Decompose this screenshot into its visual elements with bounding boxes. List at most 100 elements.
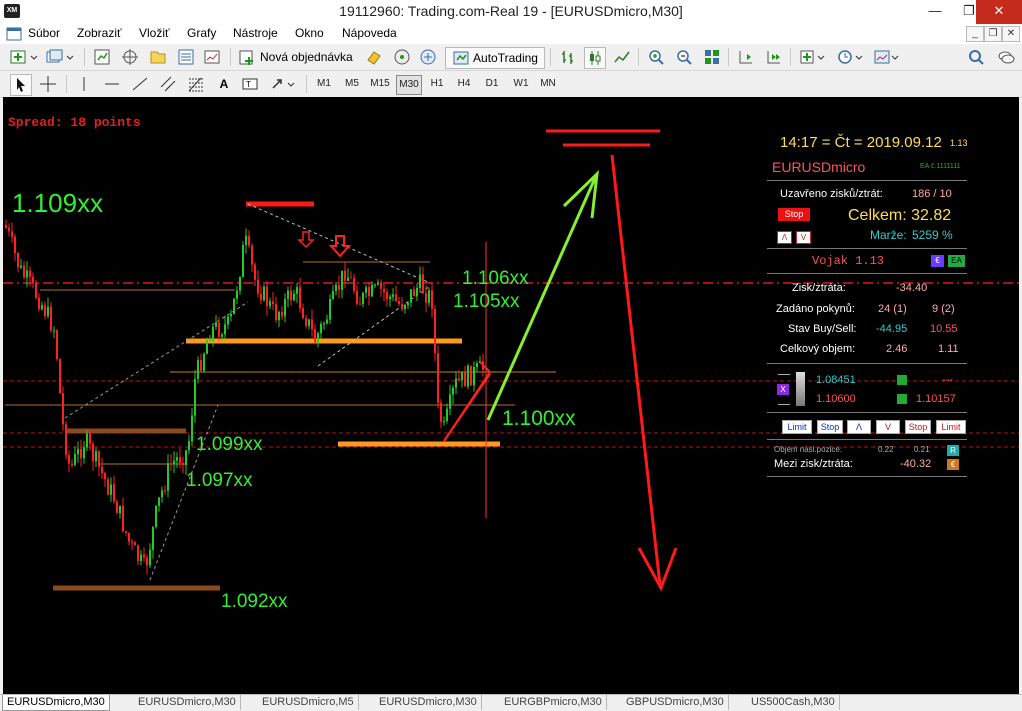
close-button[interactable]: ✕	[976, 0, 1022, 24]
buy-button[interactable]: Λ	[847, 420, 871, 434]
mdi-minimize-button[interactable]: _	[966, 26, 984, 42]
tab-eurusd-m30-3[interactable]: EURUSDmicro,M30	[375, 695, 482, 710]
sell-limit-button[interactable]: Limit	[936, 420, 966, 434]
close-all-badge[interactable]: X	[777, 384, 789, 395]
candle-body	[152, 526, 154, 550]
cursor-icon[interactable]	[10, 74, 32, 96]
profiles-icon[interactable]	[44, 47, 76, 67]
periods-icon[interactable]	[836, 47, 866, 67]
autotrading-button[interactable]: AutoTrading	[445, 47, 545, 69]
timeframe-m15[interactable]: M15	[367, 75, 393, 93]
horizontal-line-icon[interactable]	[102, 74, 122, 94]
menu-charts[interactable]: Grafy	[187, 26, 216, 40]
stop-ea-button[interactable]: Stop	[778, 208, 810, 221]
timeframe-w1[interactable]: W1	[508, 75, 534, 93]
main-toolbar: Nová objednávka AutoTrading	[0, 44, 1022, 71]
window-title: 19112960: Trading.com-Real 19 - [EURUSDm…	[339, 3, 683, 19]
buy-stop-button[interactable]: Stop	[817, 420, 843, 434]
menu-help[interactable]: Nápoveda	[342, 26, 397, 40]
tab-gbpusd-m30[interactable]: GBPUSDmicro,M30	[622, 695, 729, 710]
sell-button[interactable]: V	[876, 420, 900, 434]
navigator-icon[interactable]	[148, 47, 168, 67]
zoom-out-icon[interactable]	[674, 47, 694, 67]
signals-icon[interactable]	[392, 47, 412, 67]
data-window-icon[interactable]	[120, 47, 140, 67]
tile-windows-icon[interactable]	[702, 47, 722, 67]
bar-chart-icon[interactable]	[558, 47, 578, 67]
chat-icon[interactable]	[996, 47, 1016, 67]
metaeditor-icon[interactable]	[364, 47, 384, 67]
candle-body	[284, 298, 286, 317]
autoscroll-icon[interactable]	[764, 47, 784, 67]
fibonacci-icon[interactable]	[186, 74, 206, 94]
templates-icon[interactable]	[872, 47, 902, 67]
market-watch-icon[interactable]	[92, 47, 112, 67]
text-tool-icon[interactable]: A	[214, 74, 234, 94]
timeframe-m5[interactable]: M5	[340, 75, 364, 93]
panel-clock: 14:17 = Čt = 2019.09.12	[780, 134, 942, 151]
search-icon[interactable]	[966, 47, 986, 67]
minimize-button[interactable]: —	[918, 0, 952, 24]
candle-body	[194, 378, 196, 416]
menu-file[interactable]: Súbor	[28, 26, 60, 40]
line-chart-icon[interactable]	[612, 47, 632, 67]
trendline-icon[interactable]	[130, 74, 150, 94]
candle-body	[251, 245, 253, 265]
arrows-icon[interactable]	[268, 74, 298, 94]
candle-body	[464, 372, 466, 387]
candle-body	[71, 463, 73, 465]
sell-stop-button[interactable]: Stop	[905, 420, 931, 434]
candle-body	[338, 284, 340, 290]
tab-eurusd-m5[interactable]: EURUSDmicro,M5	[258, 695, 359, 710]
mdi-restore-button[interactable]: ❐	[984, 26, 1002, 42]
terminal-icon[interactable]	[176, 47, 196, 67]
buy-toggle-button[interactable]: Λ	[777, 231, 792, 244]
menu-window[interactable]: Okno	[295, 26, 324, 40]
candle-body	[308, 319, 310, 327]
timeframe-h4[interactable]: H4	[452, 75, 476, 93]
timeframe-m1[interactable]: M1	[312, 75, 336, 93]
menu-view[interactable]: Zobraziť	[77, 26, 122, 40]
menu-insert[interactable]: Vložiť	[139, 26, 170, 40]
candle-body	[149, 549, 151, 566]
indicators-icon[interactable]	[798, 47, 828, 67]
candle-body	[245, 235, 247, 246]
timeframe-mn[interactable]: MN	[536, 75, 560, 93]
new-chart-icon[interactable]	[8, 47, 40, 67]
candle-body	[323, 323, 325, 325]
timeframe-m30[interactable]: M30	[396, 75, 422, 95]
buy-limit-button[interactable]: Limit	[782, 420, 812, 434]
slider-bar[interactable]	[796, 372, 805, 406]
euro-badge[interactable]: €	[931, 255, 944, 267]
tab-us500-m30[interactable]: US500Cash,M30	[747, 695, 840, 710]
timeframe-h1[interactable]: H1	[425, 75, 449, 93]
strategy-tester-icon[interactable]	[202, 47, 222, 67]
candle-body	[461, 372, 463, 381]
vertical-line-icon[interactable]	[74, 74, 94, 94]
candle-body	[296, 287, 298, 294]
text-label-icon[interactable]: T	[240, 74, 260, 94]
candle-body	[137, 545, 139, 561]
tab-eurgbp-m30[interactable]: EURGBPmicro,M30	[500, 695, 607, 710]
crosshair-icon[interactable]	[38, 74, 58, 94]
equidistant-channel-icon[interactable]	[158, 74, 178, 94]
tab-eurusd-m30-2[interactable]: EURUSDmicro,M30	[134, 695, 241, 710]
menu-tools[interactable]: Nástroje	[233, 26, 278, 40]
chart-shift-icon[interactable]	[736, 47, 756, 67]
ea-badge[interactable]: EA	[948, 255, 965, 267]
new-order-button[interactable]: Nová objednávka	[238, 47, 358, 67]
market-icon[interactable]	[418, 47, 438, 67]
mdi-close-button[interactable]: ✕	[1002, 26, 1020, 42]
candle-body	[50, 306, 52, 331]
chart-window-icon[interactable]	[6, 26, 22, 42]
zoom-in-icon[interactable]	[646, 47, 666, 67]
reset-badge[interactable]: R	[947, 445, 959, 456]
candle-body	[68, 455, 70, 464]
candle-body	[443, 421, 445, 422]
timeframe-d1[interactable]: D1	[480, 75, 504, 93]
level-label-1092: 1.092xx	[221, 591, 288, 612]
candlestick-icon[interactable]	[584, 47, 606, 69]
sell-toggle-button[interactable]: V	[796, 231, 811, 244]
interim-euro-badge[interactable]: €	[947, 459, 959, 470]
pl-value: -34.40	[896, 282, 928, 294]
